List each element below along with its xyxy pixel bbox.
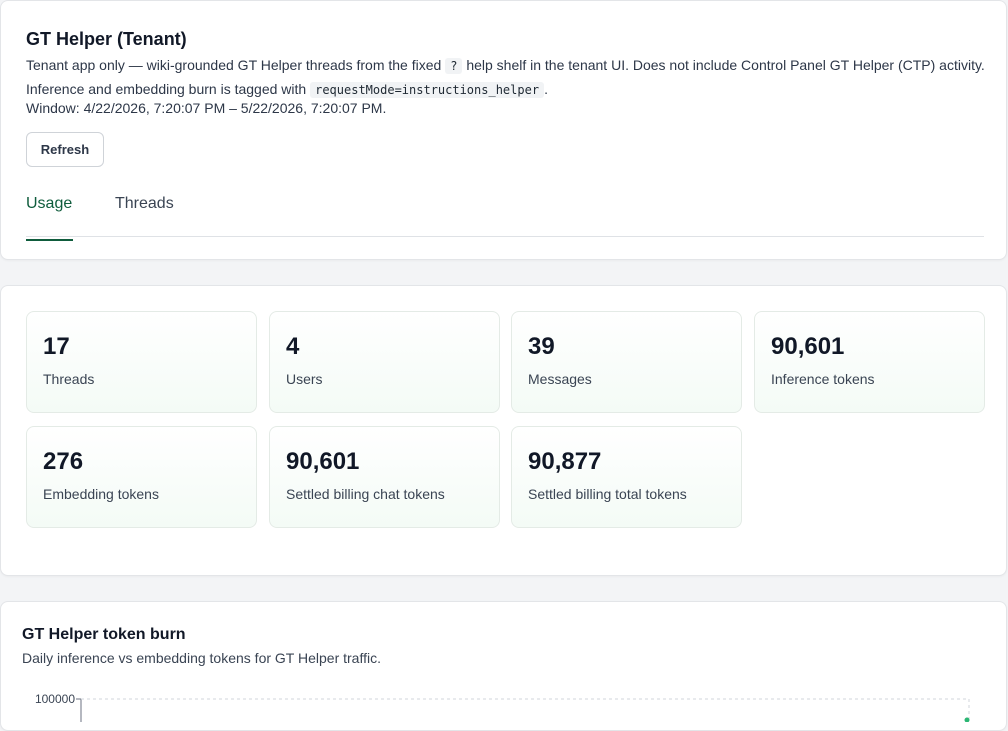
stats-card: 17 Threads 4 Users 39 Messages 90,601 In… bbox=[0, 285, 1007, 576]
stat-value: 276 bbox=[43, 448, 84, 475]
stat-messages: 39 Messages bbox=[511, 311, 742, 413]
tab-bar: Usage Threads bbox=[26, 187, 984, 241]
chart-card: GT Helper token burn Daily inference vs … bbox=[0, 601, 1007, 731]
description-text: Tenant app only — wiki-grounded GT Helpe… bbox=[26, 57, 442, 73]
stat-value: 90,877 bbox=[528, 448, 602, 475]
stat-value: 90,601 bbox=[286, 448, 360, 475]
tab-usage[interactable]: Usage bbox=[26, 195, 73, 241]
tab-threads[interactable]: Threads bbox=[115, 195, 174, 233]
stat-users: 4 Users bbox=[269, 311, 500, 413]
stat-value: 4 bbox=[286, 333, 300, 360]
help-shelf-code: ? bbox=[445, 58, 463, 74]
stat-label: Messages bbox=[528, 371, 592, 387]
refresh-button[interactable]: Refresh bbox=[26, 132, 104, 167]
header-card: GT Helper (Tenant) Tenant app only — wik… bbox=[0, 0, 1007, 260]
stat-label: Settled billing chat tokens bbox=[286, 486, 445, 502]
stat-label: Threads bbox=[43, 371, 95, 387]
chart-subtitle: Daily inference vs embedding tokens for … bbox=[22, 650, 381, 666]
stat-embedding-tokens: 276 Embedding tokens bbox=[26, 426, 257, 528]
page-description: Tenant app only — wiki-grounded GT Helpe… bbox=[26, 54, 986, 101]
description-text: . bbox=[544, 80, 548, 97]
stat-settled-chat-tokens: 90,601 Settled billing chat tokens bbox=[269, 426, 500, 528]
stat-label: Settled billing total tokens bbox=[528, 486, 687, 502]
stat-value: 39 bbox=[528, 333, 555, 360]
stat-label: Users bbox=[286, 371, 323, 387]
stat-threads: 17 Threads bbox=[26, 311, 257, 413]
stat-settled-total-tokens: 90,877 Settled billing total tokens bbox=[511, 426, 742, 528]
token-burn-chart: 100000 bbox=[35, 692, 970, 722]
stat-value: 17 bbox=[43, 333, 70, 360]
time-window: Window: 4/22/2026, 7:20:07 PM – 5/22/202… bbox=[26, 100, 387, 116]
y-tick-label: 100000 bbox=[35, 692, 75, 706]
stat-value: 90,601 bbox=[771, 333, 845, 360]
stat-inference-tokens: 90,601 Inference tokens bbox=[754, 311, 985, 413]
chart-title: GT Helper token burn bbox=[22, 626, 186, 643]
request-mode-code: requestMode=instructions_helper bbox=[310, 81, 545, 98]
stat-label: Inference tokens bbox=[771, 371, 875, 387]
page-title: GT Helper (Tenant) bbox=[26, 29, 187, 49]
stat-label: Embedding tokens bbox=[43, 486, 159, 502]
